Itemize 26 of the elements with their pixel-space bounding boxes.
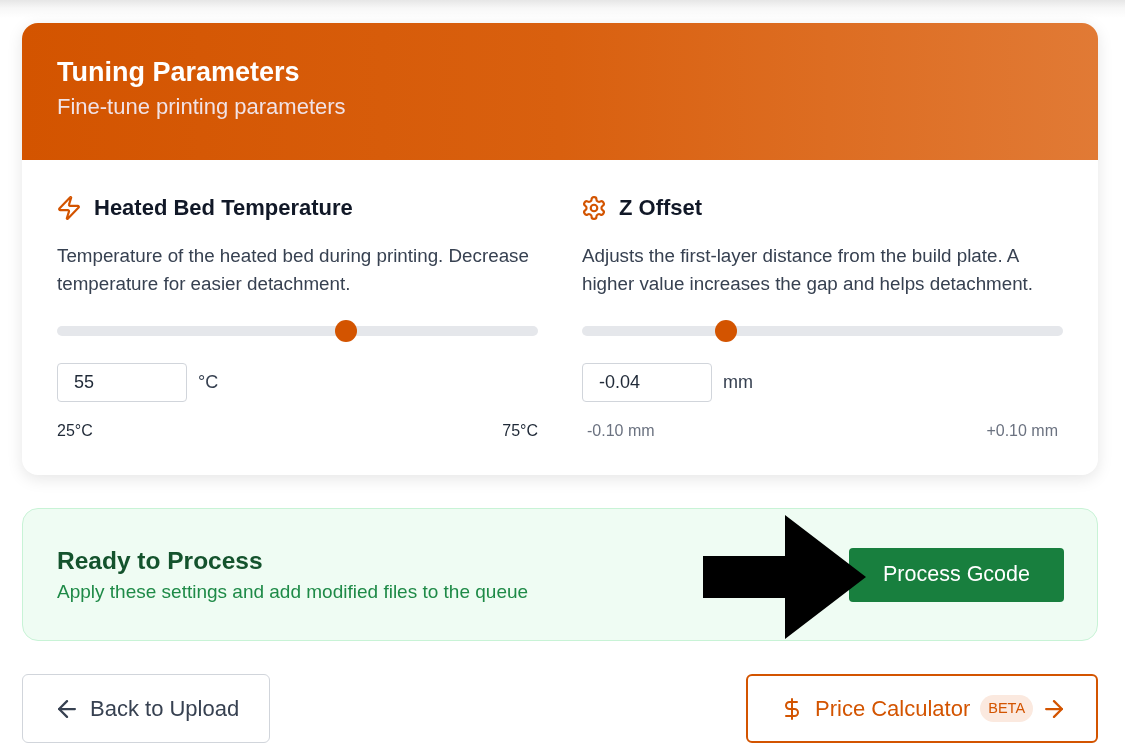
parameter-description: Adjusts the first-layer distance from the build plate. A higher value increases the gap and helps detachment. — [582, 244, 1035, 296]
lightning-icon — [57, 196, 81, 220]
unit-label: mm — [723, 372, 753, 393]
range-min-label: 25°C — [57, 421, 93, 441]
gear-icon — [582, 196, 606, 220]
slider-thumb[interactable] — [334, 320, 357, 342]
card-subtitle: Fine-tune printing parameters — [57, 94, 347, 120]
dollar-icon — [785, 697, 799, 720]
slider-thumb[interactable] — [715, 320, 738, 342]
range-max-label: 75°C — [502, 421, 538, 441]
parameter-title: Z Offset — [619, 194, 703, 222]
value-field[interactable]: -0.04 — [582, 363, 712, 402]
card-title: Tuning Parameters — [57, 56, 301, 88]
price-calculator-button[interactable]: Price Calculator BETA — [746, 674, 1098, 743]
value-field[interactable]: 55 — [57, 363, 187, 402]
range-max-label: +0.10 mm — [986, 421, 1058, 441]
parameter-title: Heated Bed Temperature — [94, 194, 353, 222]
arrow-right-icon — [1045, 699, 1064, 718]
range-min-label: -0.10 mm — [587, 421, 655, 441]
process-gcode-button[interactable]: Process Gcode — [849, 547, 1064, 602]
parameter-description: Temperature of the heated bed during printing. Decrease temperature for easier detachment. — [57, 244, 530, 296]
unit-label: °C — [198, 372, 219, 393]
beta-badge: BETA — [980, 695, 1034, 722]
ready-subtitle: Apply these settings and add modified files to the queue — [57, 581, 529, 603]
ready-title: Ready to Process — [57, 546, 264, 576]
back-button[interactable]: Back to Upload — [22, 674, 270, 743]
